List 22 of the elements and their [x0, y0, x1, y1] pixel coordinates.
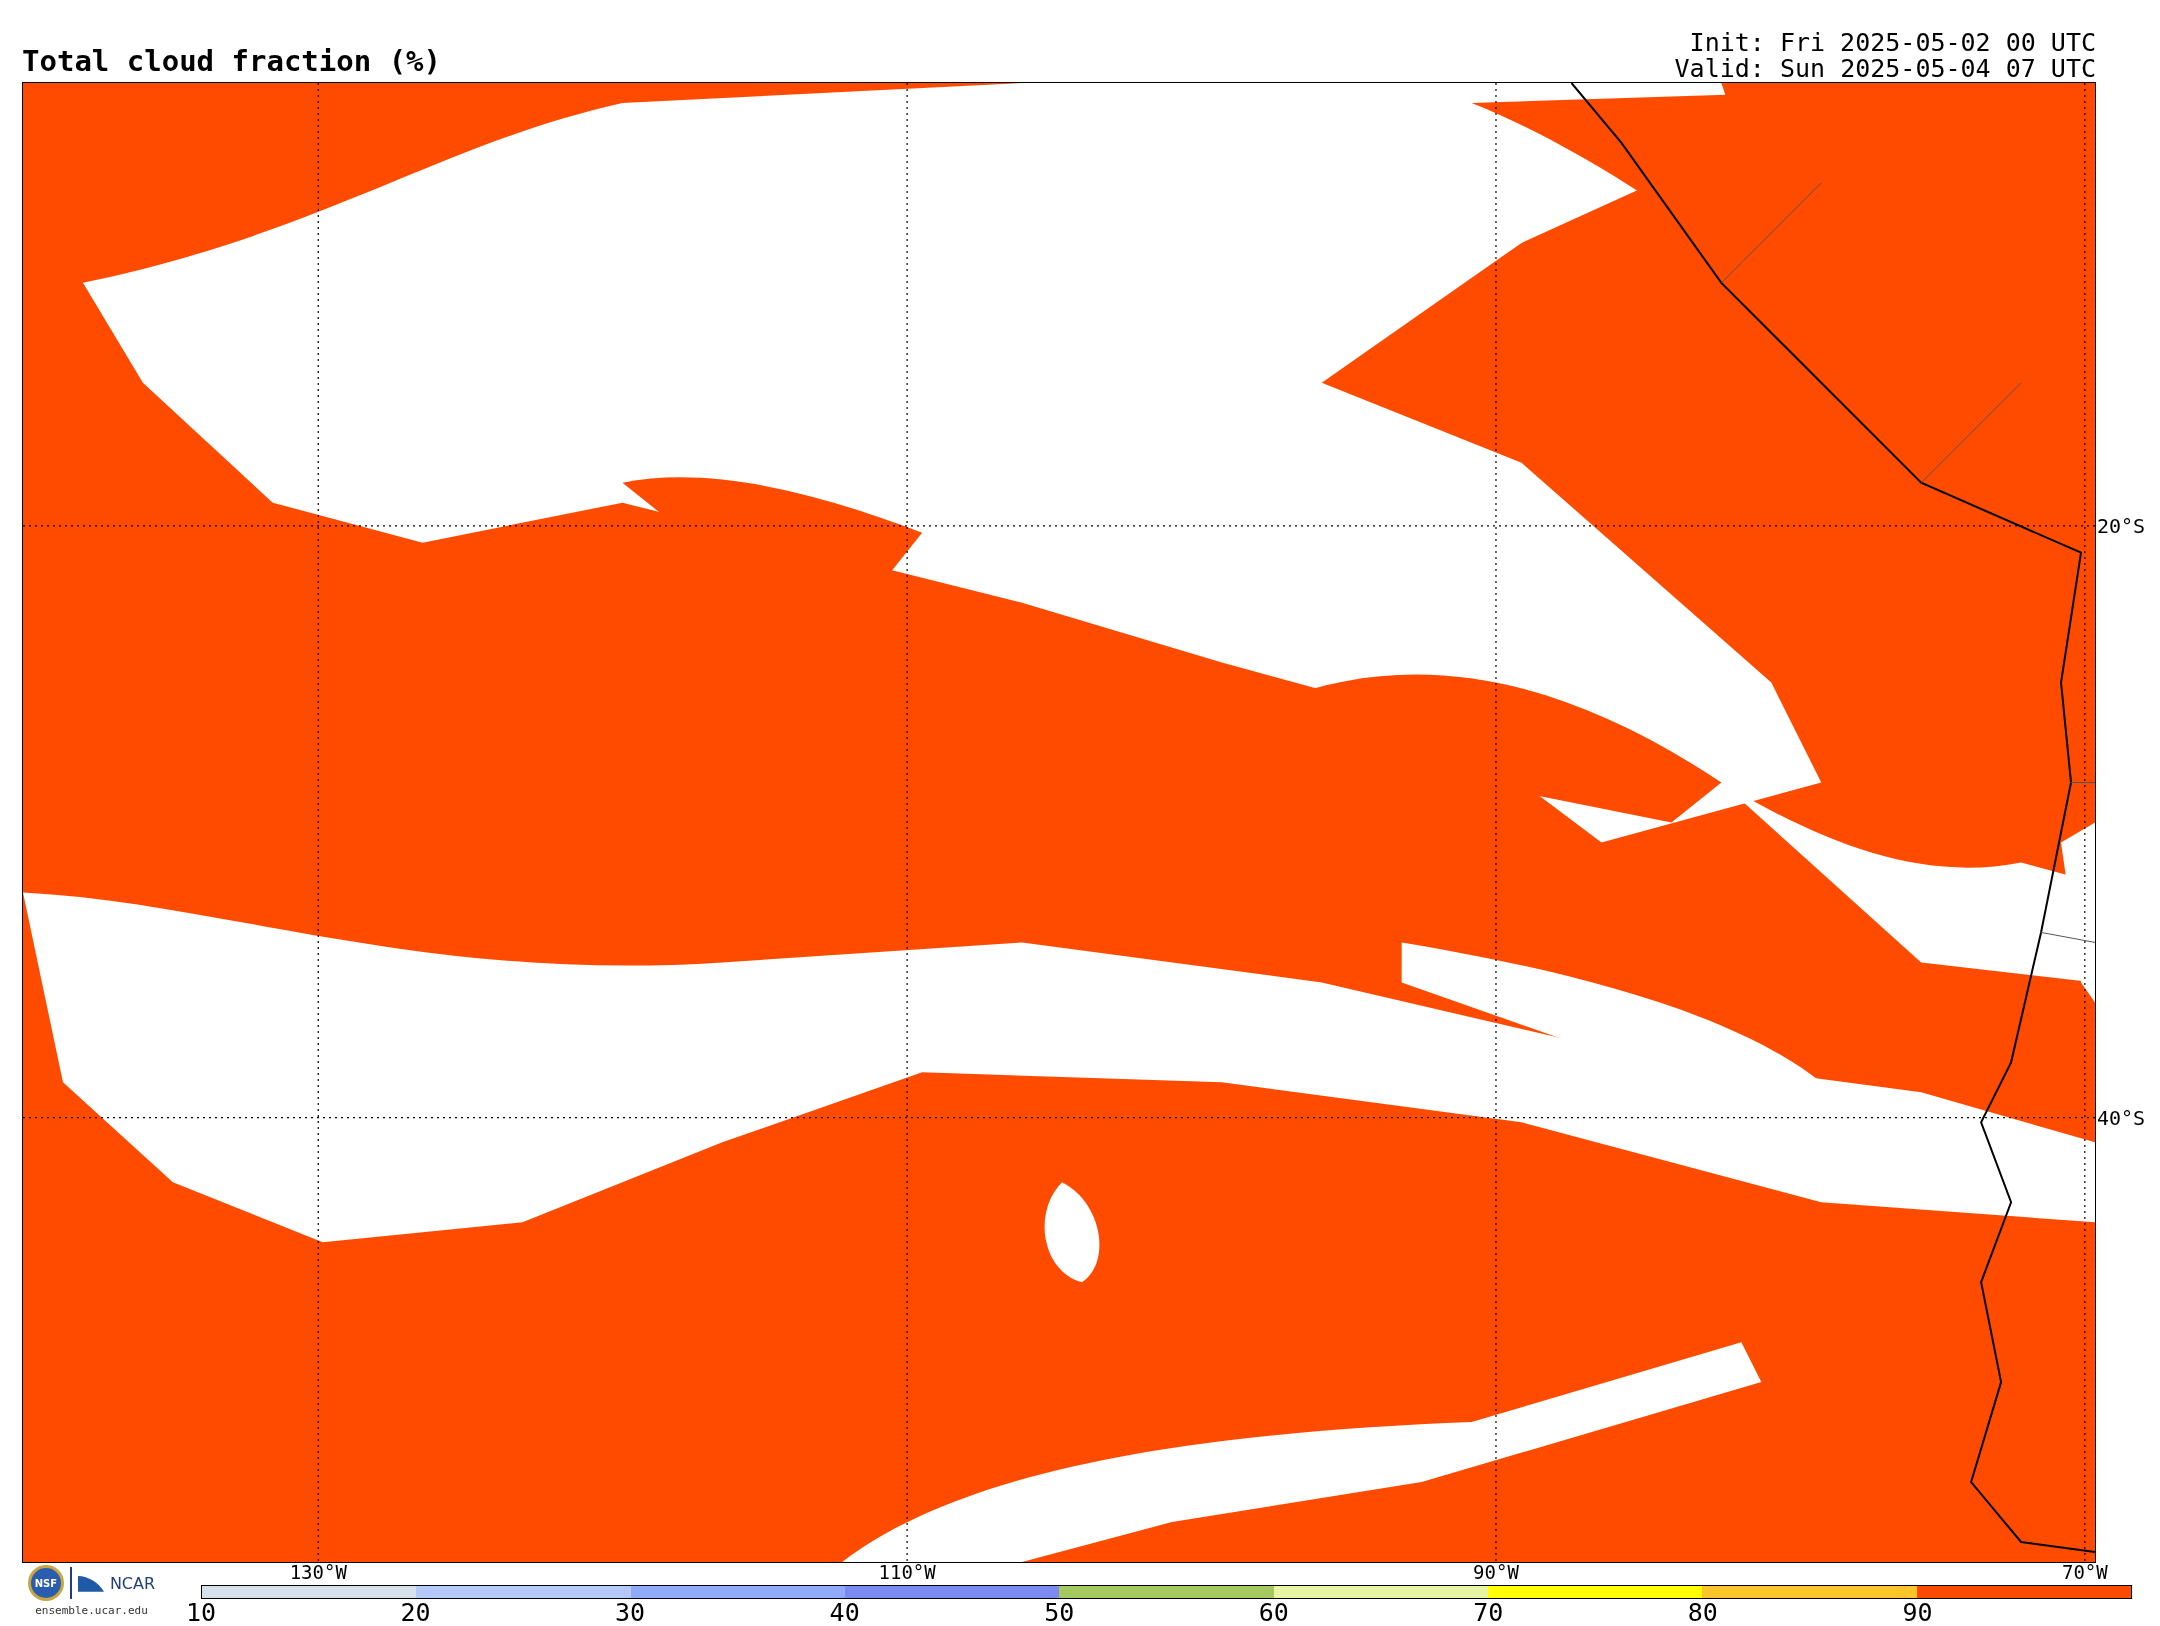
chart-title: Total cloud fraction (%) — [22, 47, 442, 80]
longitude-label: 130°W — [289, 1563, 347, 1582]
colorbar-tick-label: 40 — [829, 1600, 860, 1625]
site-url: ensemble.ucar.edu — [35, 1604, 148, 1617]
run-time-text: Valid: Sun 2025-05-04 07 UTC — [1674, 56, 2096, 82]
globe-emblem: NSF — [27, 1565, 64, 1601]
run-time-text: Init: Fri 2025-05-02 00 UTC — [1689, 30, 2096, 56]
colorbar-tick-label: 20 — [400, 1600, 431, 1625]
colorbar-tick-label: 80 — [1687, 1600, 1718, 1625]
longitude-label: 70°W — [2061, 1563, 2108, 1582]
latitude-label: 40°S — [2097, 1107, 2146, 1128]
latitude-label: 20°S — [2097, 515, 2146, 536]
swoosh-icon — [77, 1574, 104, 1592]
colorbar-tick-label: 30 — [615, 1600, 646, 1625]
colorbar-tick-label: 90 — [1902, 1600, 1933, 1625]
longitude-label: 90°W — [1473, 1563, 1519, 1582]
colorbar-tick-label: 60 — [1258, 1600, 1289, 1625]
logo-text: NCAR — [109, 1573, 156, 1593]
colorbar-tick-label: 70 — [1473, 1600, 1504, 1625]
colorbar-tick-label: 10 — [185, 1600, 217, 1625]
colorbar-tick-label: 50 — [1044, 1600, 1075, 1625]
longitude-label: 110°W — [878, 1563, 936, 1582]
